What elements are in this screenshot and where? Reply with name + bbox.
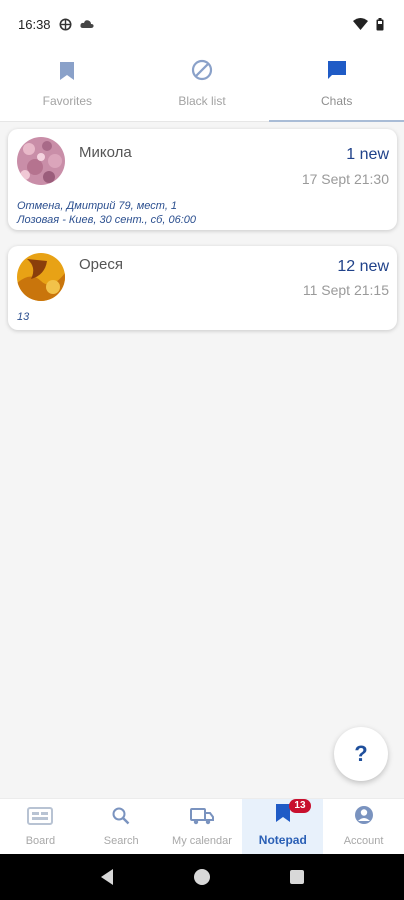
nav-board[interactable]: Board (0, 799, 81, 854)
tab-label: Favorites (42, 94, 93, 108)
status-time: 16:38 (18, 16, 51, 32)
bookmark-icon (59, 61, 75, 86)
bookmark-icon (275, 803, 291, 828)
chat-name: Ореся (79, 256, 123, 273)
chat-preview: 13 (17, 310, 29, 324)
nav-account[interactable]: Account (323, 799, 404, 854)
nav-label: Account (343, 835, 384, 847)
home-icon[interactable] (193, 868, 211, 886)
tab-black-list[interactable]: Black list (135, 48, 270, 121)
tab-chats[interactable]: Chats (269, 48, 404, 122)
tab-label: Black list (178, 94, 226, 108)
battery-icon (376, 17, 384, 31)
tab-bar: Favorites Black list Chats (0, 48, 404, 122)
avatar (17, 253, 65, 301)
status-bar: 16:38 (0, 0, 404, 48)
new-count-badge: 1 new (346, 146, 389, 163)
chat-preview: Отмена, Дмитрий 79, мест, 1 Лозовая - Ки… (17, 199, 196, 227)
board-icon (27, 807, 54, 830)
cloud-icon (79, 19, 94, 29)
avatar (17, 137, 65, 185)
nav-label: Board (25, 835, 56, 847)
chat-time: 11 Sept 21:15 (302, 282, 389, 298)
chat-icon (326, 59, 348, 86)
tab-label: Chats (321, 94, 353, 108)
bottom-nav: Board Search My calendar 13 Notepad Acco… (0, 798, 404, 854)
block-icon (191, 59, 213, 86)
account-icon (354, 805, 374, 830)
nav-notepad[interactable]: 13 Notepad (242, 799, 324, 854)
nav-label: Notepad (258, 833, 307, 847)
back-icon[interactable] (99, 868, 115, 886)
nav-label: My calendar (172, 835, 232, 847)
calendar-truck-icon (189, 807, 214, 830)
new-count-badge: 12 new (337, 258, 389, 275)
chat-time: 17 Sept 21:30 (301, 171, 389, 187)
preview-line: 13 (17, 311, 30, 323)
nav-search[interactable]: Search (81, 799, 162, 854)
vpn-icon (59, 18, 72, 31)
system-nav-bar (0, 854, 404, 900)
search-icon (112, 807, 130, 830)
nav-label: Search (103, 835, 139, 847)
notification-badge: 13 (289, 799, 311, 813)
chat-item[interactable]: Микола 1 new 17 Sept 21:30 Отмена, Дмитр… (8, 129, 397, 230)
preview-line: Лозовая - Киев, 30 сент., сб, 06:00 (17, 214, 196, 226)
preview-line: Отмена, Дмитрий 79, мест, 1 (17, 200, 178, 212)
recents-icon[interactable] (289, 869, 305, 885)
wifi-icon (353, 18, 368, 30)
nav-my-calendar[interactable]: My calendar (162, 799, 243, 854)
tab-favorites[interactable]: Favorites (0, 48, 135, 121)
chat-name: Микола (79, 144, 132, 161)
help-button[interactable]: ? (334, 727, 388, 781)
chat-item[interactable]: Ореся 12 new 11 Sept 21:15 13 (8, 246, 397, 330)
